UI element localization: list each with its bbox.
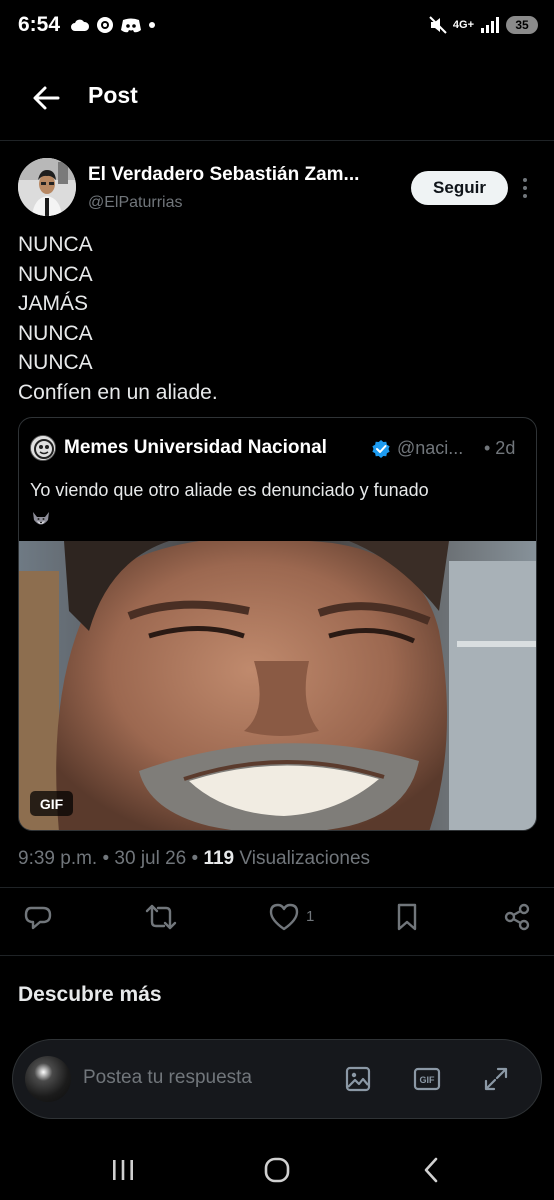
gif-button[interactable]: GIF <box>412 1064 442 1094</box>
meta-divider <box>0 887 554 888</box>
back-button[interactable] <box>28 80 64 116</box>
quoted-avatar <box>30 435 56 461</box>
gif-badge: GIF <box>30 791 73 816</box>
actions-divider <box>0 955 554 956</box>
image-button[interactable] <box>343 1064 373 1094</box>
like-count: 1 <box>306 908 315 925</box>
like-button[interactable] <box>266 899 302 935</box>
author-avatar[interactable] <box>18 158 76 216</box>
signal-icon <box>481 17 499 33</box>
post-line: NUNCA <box>18 262 93 286</box>
image-icon <box>345 1066 371 1092</box>
post-meta: 9:39 p.m. • 30 jul 26 • 119 Visualizacio… <box>18 848 370 870</box>
post-actions: 1 <box>0 895 554 941</box>
system-icons: 4G+ 35 <box>429 16 538 34</box>
quoted-author-handle: @naci... <box>397 438 464 458</box>
dot <box>523 194 527 198</box>
views-count[interactable]: 119 <box>203 848 234 869</box>
discover-heading: Descubre más <box>18 983 162 1006</box>
verified-badge-icon <box>372 440 390 458</box>
gif-icon: GIF <box>413 1067 441 1091</box>
share-icon <box>504 903 530 931</box>
wolf-emoji-icon <box>33 512 49 525</box>
back-nav-button[interactable] <box>414 1152 450 1188</box>
header-divider <box>0 140 554 141</box>
expand-icon <box>484 1067 508 1091</box>
dot-icon <box>149 22 155 28</box>
gif-icon-label: GIF <box>420 1075 436 1085</box>
quoted-text-content: Yo viendo que otro aliade es denunciado … <box>30 480 429 500</box>
discord-icon <box>121 18 141 33</box>
post-text: NUNCA NUNCA JAMÁS NUNCA NUNCA Confíen en… <box>18 230 218 407</box>
quoted-author-name: Memes Universidad Nacional <box>64 437 327 458</box>
page-title: Post <box>88 82 138 108</box>
record-icon <box>97 17 113 33</box>
bookmark-icon <box>397 903 417 931</box>
repost-button[interactable] <box>143 899 179 935</box>
user-avatar <box>25 1056 71 1102</box>
arrow-left-icon <box>33 86 60 110</box>
author-handle[interactable]: @ElPaturrias <box>88 194 183 212</box>
recents-button[interactable] <box>105 1152 141 1188</box>
views-label: Visualizaciones <box>234 848 371 869</box>
status-time: 6:54 <box>18 13 61 36</box>
reply-composer[interactable]: Postea tu respuesta GIF <box>12 1039 542 1119</box>
top-bar: Post <box>0 62 554 130</box>
author-name[interactable]: El Verdadero Sebastián Zam... <box>88 164 400 186</box>
quoted-time: • 2d <box>484 438 516 458</box>
heart-icon <box>269 903 299 931</box>
bookmark-button[interactable] <box>389 899 425 935</box>
chevron-left-icon <box>424 1157 438 1183</box>
follow-button[interactable]: Seguir <box>411 171 508 205</box>
reply-input[interactable]: Postea tu respuesta <box>83 1067 252 1089</box>
repost-icon <box>145 904 177 930</box>
dot <box>523 186 527 190</box>
post-line: Confíen en un aliade. <box>18 380 218 404</box>
quoted-text: Yo viendo que otro aliade es denunciado … <box>30 476 530 532</box>
quoted-gif-media[interactable]: GIF <box>19 541 536 830</box>
mute-icon <box>429 16 447 34</box>
dot <box>523 178 527 182</box>
post-line: NUNCA <box>18 233 93 256</box>
post-timestamp: 9:39 p.m. • 30 jul 26 • <box>18 848 204 869</box>
post-line: NUNCA <box>18 351 93 374</box>
battery-indicator: 35 <box>506 16 538 34</box>
notification-icons <box>70 16 156 34</box>
more-options-button[interactable] <box>516 174 534 202</box>
recents-icon <box>113 1160 133 1180</box>
home-button[interactable] <box>259 1152 295 1188</box>
quoted-post[interactable]: Memes Universidad Nacional @naci... • 2d… <box>18 417 537 831</box>
system-nav-bar <box>0 1140 554 1200</box>
status-bar: 6:54 4G+ 35 <box>0 0 554 54</box>
home-icon <box>264 1157 290 1183</box>
share-button[interactable] <box>499 899 535 935</box>
reply-button[interactable] <box>20 899 56 935</box>
expand-button[interactable] <box>481 1064 511 1094</box>
post-line: NUNCA <box>18 321 93 345</box>
post-line: JAMÁS <box>18 292 89 315</box>
network-type: 4G+ <box>452 19 474 31</box>
reply-icon <box>24 906 52 930</box>
cloud-icon <box>71 19 90 31</box>
